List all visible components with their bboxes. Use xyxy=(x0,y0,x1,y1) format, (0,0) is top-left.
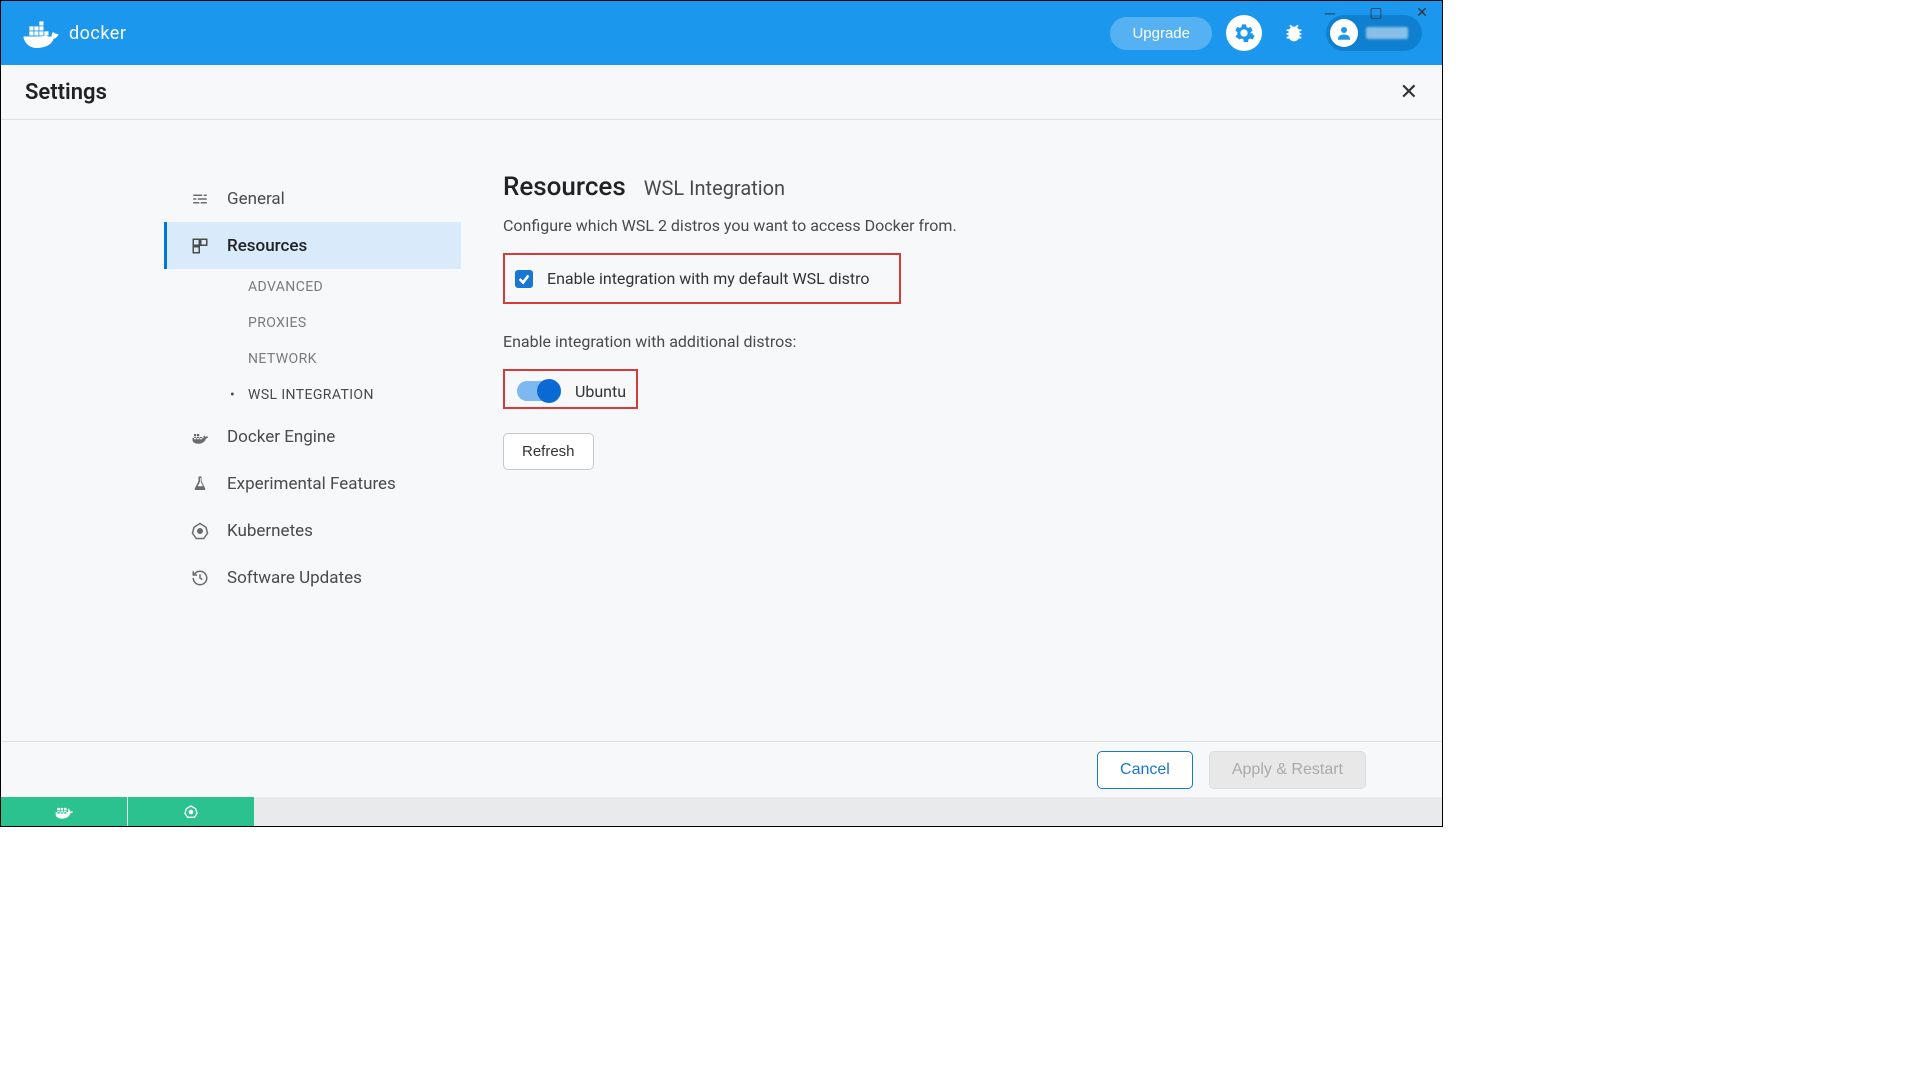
sidebar-sub-network[interactable]: NETWORK xyxy=(164,341,461,377)
resources-icon xyxy=(191,237,209,255)
refresh-button[interactable]: Refresh xyxy=(503,433,594,470)
status-docker-icon[interactable] xyxy=(1,797,128,826)
sidebar-item-label: Software Updates xyxy=(227,568,362,588)
flask-icon xyxy=(191,475,209,493)
default-distro-checkbox[interactable] xyxy=(515,270,533,288)
settings-icon[interactable] xyxy=(1226,15,1262,51)
sidebar-item-updates[interactable]: Software Updates xyxy=(164,554,461,601)
content-area: Resources WSL Integration Configure whic… xyxy=(461,120,1442,780)
heading-sub: WSL Integration xyxy=(644,176,785,200)
sidebar-item-label: Resources xyxy=(227,236,307,256)
sidebar-item-resources[interactable]: Resources xyxy=(164,222,461,269)
avatar-icon xyxy=(1330,19,1358,47)
close-window-icon[interactable]: ✕ xyxy=(1412,3,1432,23)
page-title: Settings xyxy=(25,80,107,105)
content-heading: Resources WSL Integration xyxy=(503,172,1402,202)
sidebar-item-experimental[interactable]: Experimental Features xyxy=(164,460,461,507)
sliders-icon xyxy=(191,190,209,208)
kubernetes-icon xyxy=(191,522,209,540)
sidebar-sub-wsl[interactable]: WSL INTEGRATION xyxy=(164,377,461,413)
bug-icon[interactable] xyxy=(1276,15,1312,51)
brand-text: docker xyxy=(69,23,126,44)
status-bar xyxy=(1,797,1442,826)
minimize-icon[interactable]: ─ xyxy=(1320,3,1340,23)
sidebar-item-label: Experimental Features xyxy=(227,474,396,494)
default-distro-box: Enable integration with my default WSL d… xyxy=(503,253,901,304)
footer: Cancel Apply & Restart xyxy=(1,741,1442,797)
sidebar-sub-proxies[interactable]: PROXIES xyxy=(164,305,461,341)
upgrade-button[interactable]: Upgrade xyxy=(1110,17,1212,50)
toggle-knob xyxy=(537,379,561,403)
username-blur xyxy=(1366,27,1408,39)
apply-button: Apply & Restart xyxy=(1209,751,1366,789)
close-icon[interactable]: ✕ xyxy=(1400,81,1418,103)
sidebar-item-label: General xyxy=(227,189,285,209)
cancel-button[interactable]: Cancel xyxy=(1097,751,1193,789)
window-controls: ─ ▢ ✕ xyxy=(1320,3,1432,23)
sidebar-item-label: Docker Engine xyxy=(227,427,335,447)
logo-area: docker xyxy=(21,18,126,48)
sidebar-item-general[interactable]: General xyxy=(164,175,461,222)
distro-toggle-box: Ubuntu xyxy=(503,369,638,409)
whale-icon xyxy=(191,428,209,446)
app-header: docker Upgrade xyxy=(1,1,1442,65)
history-icon xyxy=(191,569,209,587)
ubuntu-toggle[interactable] xyxy=(517,381,559,401)
checkbox-label: Enable integration with my default WSL d… xyxy=(547,269,870,288)
content-description: Configure which WSL 2 distros you want t… xyxy=(503,216,1402,235)
sidebar-item-kubernetes[interactable]: Kubernetes xyxy=(164,507,461,554)
sidebar-item-docker-engine[interactable]: Docker Engine xyxy=(164,413,461,460)
sidebar: General Resources ADVANCED PROXIES NETWO… xyxy=(1,120,461,780)
sidebar-sub-advanced[interactable]: ADVANCED xyxy=(164,269,461,305)
settings-header: Settings ✕ xyxy=(1,65,1442,120)
distro-label: Ubuntu xyxy=(575,382,626,401)
status-kubernetes-icon[interactable] xyxy=(128,797,255,826)
sidebar-item-label: Kubernetes xyxy=(227,521,313,541)
maximize-icon[interactable]: ▢ xyxy=(1366,3,1386,23)
heading-main: Resources xyxy=(503,172,626,202)
docker-logo-icon xyxy=(21,18,61,48)
additional-label: Enable integration with additional distr… xyxy=(503,332,1402,351)
